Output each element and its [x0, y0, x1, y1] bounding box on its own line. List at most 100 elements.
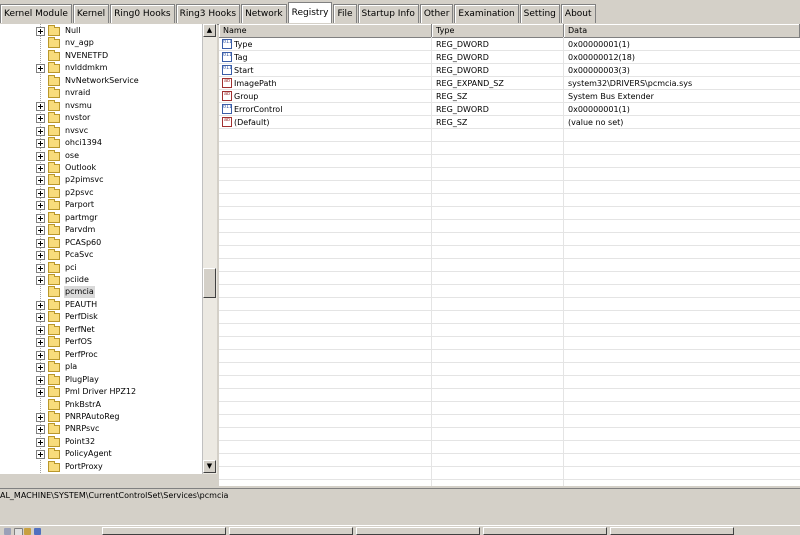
- tab-ring3-hooks[interactable]: Ring3 Hooks: [175, 4, 241, 23]
- tree-item[interactable]: PlugPlay: [0, 373, 200, 386]
- tree-item[interactable]: nvraid: [0, 87, 200, 99]
- column-header-name[interactable]: Name: [219, 24, 432, 37]
- tree-item[interactable]: Point32: [0, 435, 200, 448]
- tree-item-label: PNRPsvc: [65, 424, 100, 434]
- expand-plus-icon[interactable]: [36, 188, 45, 198]
- scroll-up-icon[interactable]: ▲: [203, 24, 216, 37]
- tab-kernel-module[interactable]: Kernel Module: [0, 4, 72, 23]
- expand-plus-icon[interactable]: [36, 437, 45, 447]
- expand-plus-icon[interactable]: [36, 126, 45, 136]
- column-header-data[interactable]: Data: [564, 24, 800, 37]
- tab-about[interactable]: About: [560, 4, 596, 23]
- tab-file[interactable]: File: [333, 4, 357, 23]
- expand-plus-icon[interactable]: [36, 412, 45, 422]
- tree-item[interactable]: nv_agp: [0, 37, 200, 49]
- tree-item[interactable]: NVENETFD: [0, 49, 200, 62]
- table-row[interactable]: ab (Default) REG_SZ (value no set): [219, 116, 800, 129]
- values-list[interactable]: Name Type Data 011 Type REG_DWORD 0x0000000…: [219, 24, 800, 486]
- tree-item[interactable]: PNRPAutoReg: [0, 410, 200, 423]
- tree-item[interactable]: Outlook: [0, 161, 200, 174]
- expand-plus-icon[interactable]: [36, 163, 45, 173]
- expand-plus-icon[interactable]: [36, 226, 45, 236]
- table-row[interactable]: 011 Tag REG_DWORD 0x00000012(18): [219, 51, 800, 64]
- expand-plus-icon[interactable]: [36, 238, 45, 248]
- expand-plus-icon[interactable]: [36, 375, 45, 385]
- expand-plus-icon[interactable]: [36, 27, 45, 36]
- tree-item[interactable]: pciide: [0, 274, 200, 286]
- expand-plus-icon[interactable]: [36, 201, 45, 211]
- tree-item[interactable]: PcaSvc: [0, 249, 200, 261]
- expand-plus-icon[interactable]: [36, 176, 45, 186]
- tree-item[interactable]: PerfProc: [0, 348, 200, 361]
- expand-plus-icon[interactable]: [36, 350, 45, 360]
- expand-plus-icon[interactable]: [36, 450, 45, 460]
- column-header-type[interactable]: Type: [432, 24, 564, 37]
- registry-tree[interactable]: Null nv_agp NVENETFD nvlddmkm NvNetworkServi…: [0, 24, 217, 474]
- tree-item[interactable]: PnkBstrA: [0, 398, 200, 411]
- tree-item[interactable]: ose: [0, 149, 200, 162]
- tab-setting[interactable]: Setting: [519, 4, 560, 23]
- tab-ring0-hooks[interactable]: Ring0 Hooks: [110, 4, 175, 23]
- tree-item[interactable]: PortProxy: [0, 460, 200, 473]
- tree-item[interactable]: PerfNet: [0, 323, 200, 336]
- table-row[interactable]: 011 ErrorControl REG_DWORD 0x00000001(1): [219, 103, 800, 116]
- table-row[interactable]: 011 Start REG_DWORD 0x00000003(3): [219, 64, 800, 77]
- folder-icon: [48, 460, 60, 472]
- tab-startup-info[interactable]: Startup Info: [357, 4, 419, 23]
- folder-icon: [48, 236, 60, 248]
- expand-plus-icon[interactable]: [36, 313, 45, 323]
- tree-item[interactable]: PEAUTH: [0, 298, 200, 311]
- expand-plus-icon[interactable]: [36, 363, 45, 373]
- tree-item[interactable]: pla: [0, 361, 200, 373]
- expand-plus-icon[interactable]: [36, 151, 45, 161]
- tree-item[interactable]: Parvdm: [0, 224, 200, 236]
- tree-item[interactable]: Pml Driver HPZ12: [0, 386, 200, 398]
- tree-item[interactable]: Parport: [0, 199, 200, 211]
- tree-item[interactable]: PNRPsvc: [0, 423, 200, 435]
- expand-plus-icon[interactable]: [36, 388, 45, 398]
- expand-plus-icon[interactable]: [36, 64, 45, 74]
- tab-other[interactable]: Other: [419, 4, 454, 23]
- expand-plus-icon[interactable]: [36, 325, 45, 335]
- tree-item[interactable]: PerfDisk: [0, 311, 200, 323]
- tree-item[interactable]: partmgr: [0, 211, 200, 224]
- tree-item[interactable]: pci: [0, 261, 200, 274]
- tree-scrollbar[interactable]: ▲ ▼: [202, 24, 217, 474]
- expand-plus-icon[interactable]: [36, 251, 45, 261]
- expand-plus-icon[interactable]: [36, 213, 45, 223]
- expand-plus-icon[interactable]: [36, 276, 45, 285]
- table-row[interactable]: ab ImagePath REG_EXPAND_SZ system32\DRIVERS…: [219, 77, 800, 90]
- tree-item[interactable]: PerfOS: [0, 336, 200, 348]
- expand-plus-icon[interactable]: [36, 114, 45, 124]
- tab-network[interactable]: Network: [241, 4, 287, 23]
- expand-plus-icon[interactable]: [36, 338, 45, 348]
- tree-item[interactable]: PolicyAgent: [0, 448, 200, 460]
- table-row[interactable]: ab Group REG_SZ System Bus Extender: [219, 90, 800, 103]
- tab-kernel[interactable]: Kernel: [72, 4, 110, 23]
- expand-plus-icon[interactable]: [36, 139, 45, 149]
- tree-item[interactable]: ohci1394: [0, 137, 200, 149]
- expand-plus-icon[interactable]: [36, 425, 45, 435]
- cell-name: Type: [234, 40, 253, 49]
- reg-dword-icon: 011: [222, 52, 232, 62]
- expand-plus-icon[interactable]: [36, 300, 45, 310]
- tab-registry[interactable]: Registry: [287, 2, 333, 23]
- tree-item[interactable]: Null: [0, 25, 200, 37]
- tree-item[interactable]: nvsvc: [0, 124, 200, 137]
- tree-item[interactable]: nvstor: [0, 112, 200, 124]
- expand-plus-icon[interactable]: [36, 263, 45, 273]
- expand-plus-icon[interactable]: [36, 101, 45, 111]
- tab-examination[interactable]: Examination: [454, 4, 519, 23]
- tree-item[interactable]: pcmcia: [0, 286, 200, 299]
- folder-icon: [48, 112, 60, 124]
- tree-item[interactable]: p2pimsvc: [0, 174, 200, 186]
- tree-item[interactable]: NvNetworkService: [0, 74, 200, 87]
- tree-item[interactable]: nvlddmkm: [0, 62, 200, 74]
- table-row[interactable]: 011 Type REG_DWORD 0x00000001(1): [219, 38, 800, 51]
- tree-item[interactable]: p2psvc: [0, 186, 200, 199]
- tree-item[interactable]: nvsmu: [0, 99, 200, 112]
- folder-icon: [48, 448, 60, 460]
- scroll-down-icon[interactable]: ▼: [203, 460, 216, 473]
- tree-item[interactable]: PCASp60: [0, 236, 200, 249]
- scroll-thumb[interactable]: [203, 268, 216, 298]
